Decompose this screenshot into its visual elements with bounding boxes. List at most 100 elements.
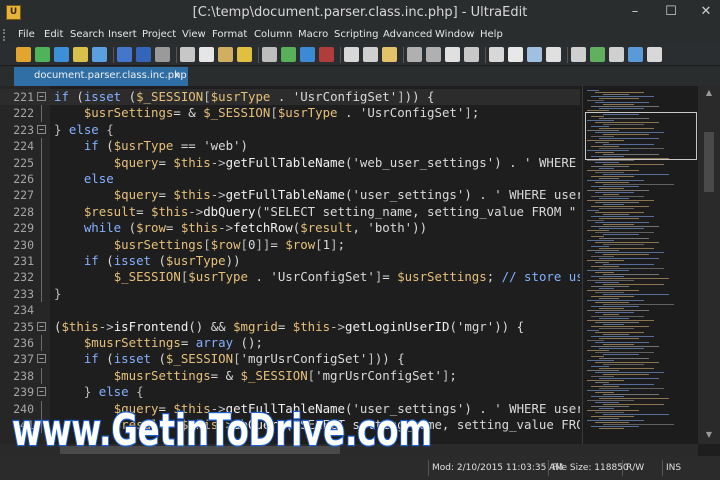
menu-insert[interactable]: Insert (108, 29, 137, 40)
status-read-write[interactable]: R/W (622, 460, 647, 476)
code-line[interactable]: 235− ($this->isFrontend() && $mgrid= $thi… (0, 319, 580, 335)
line-number: 226 (13, 172, 34, 186)
minimap-line (587, 220, 604, 221)
zoom-icon[interactable] (508, 47, 523, 62)
fold-toggle-icon[interactable]: − (37, 321, 46, 331)
back-icon[interactable] (35, 47, 50, 62)
minimap-line (603, 344, 634, 345)
save-all-icon[interactable] (136, 47, 151, 62)
menu-file[interactable]: File (18, 29, 35, 40)
print-preview-icon[interactable] (180, 47, 195, 62)
code-line[interactable]: 226 else (0, 171, 580, 188)
vertical-scrollbar[interactable]: ▲ ▼ (698, 86, 720, 444)
redo-icon[interactable] (426, 47, 441, 62)
code-line[interactable]: 225 $query= $this->getFullTableName('web… (0, 154, 580, 171)
code-line[interactable]: 227 $query= $this->getFullTableName('use… (0, 187, 580, 204)
bookmark-icon[interactable] (319, 47, 334, 62)
minimap-line (595, 242, 659, 243)
code-token: (); (233, 335, 263, 350)
minimap-line (599, 358, 649, 359)
code-token: isset (113, 351, 151, 367)
code-line[interactable]: 221− if (isset ($_SESSION[$usrType . 'Usr… (0, 89, 580, 106)
menu-window[interactable]: Window (435, 29, 474, 40)
code-token: $this (150, 203, 189, 219)
scroll-up-icon[interactable]: ▲ (702, 88, 716, 100)
menu-edit[interactable]: Edit (44, 29, 63, 40)
menu-macro[interactable]: Macro (298, 29, 328, 40)
fold-guide (41, 269, 42, 286)
settings-icon[interactable] (199, 47, 214, 62)
menu-format[interactable]: Format (212, 29, 247, 40)
code-line[interactable]: 231 if (isset ($usrType)) (0, 253, 580, 270)
menu-scripting[interactable]: Scripting (334, 29, 378, 40)
find-icon[interactable] (445, 47, 460, 62)
code-line[interactable]: 228 $result= $this->dbQuery("SELECT sett… (0, 203, 580, 221)
help-icon[interactable] (628, 47, 643, 62)
code-line[interactable]: 230 $usrSettings[$row[0]]= $row[1]; (0, 236, 580, 253)
forward-icon[interactable] (54, 47, 69, 62)
code-token: = (382, 269, 398, 285)
menu-grip-icon[interactable] (3, 29, 9, 41)
dictionary-icon[interactable] (218, 47, 233, 62)
code-token: [ (315, 236, 323, 252)
print-icon[interactable] (155, 47, 170, 62)
menu-view[interactable]: View (182, 29, 206, 40)
fold-toggle-icon[interactable]: − (37, 354, 46, 364)
code-line[interactable]: 234 (0, 302, 580, 318)
code-token: $usrType (277, 105, 338, 121)
code-line[interactable]: 236 $musrSettings= array (); (0, 335, 580, 352)
ftp-icon[interactable] (281, 47, 296, 62)
maximize-button[interactable]: ☐ (660, 3, 682, 21)
fold-toggle-icon[interactable]: − (37, 92, 46, 101)
minimap-viewport[interactable] (585, 112, 697, 160)
list-icon[interactable] (527, 47, 542, 62)
fold-toggle-icon[interactable]: − (37, 124, 46, 134)
code-token: )) (225, 253, 241, 268)
status-insert-mode[interactable]: INS (662, 460, 684, 476)
code-line[interactable]: 223−} else { (0, 122, 580, 138)
code-line[interactable]: 224 if ($usrType == 'web') (0, 138, 580, 155)
menu-project[interactable]: Project (142, 29, 176, 40)
menu-advanced[interactable]: Advanced (383, 29, 432, 40)
vertical-scroll-thumb[interactable] (704, 132, 714, 192)
code-line[interactable]: 238 $musrSettings= & $_SESSION['mgrUsrCo… (0, 367, 580, 385)
paste-icon[interactable] (382, 47, 397, 62)
find-files-icon[interactable] (489, 47, 504, 62)
code-line[interactable]: 237− if (isset ($_SESSION['mgrUsrConfigS… (0, 351, 580, 367)
replace-icon[interactable] (464, 47, 479, 62)
code-line[interactable]: 222 $usrSettings= & $_SESSION[$usrType .… (0, 105, 580, 122)
undo-icon[interactable] (407, 47, 422, 62)
code-token: if (83, 138, 99, 154)
minimap-line (587, 110, 609, 111)
info-icon[interactable] (647, 47, 662, 62)
close-button[interactable]: ✕ (695, 3, 717, 21)
code-token: . (247, 269, 271, 285)
window-icon[interactable] (546, 47, 561, 62)
column-mode-icon[interactable] (237, 47, 252, 62)
theme-icon[interactable] (609, 47, 624, 62)
minimap-line (603, 284, 664, 285)
new-file-icon[interactable] (16, 47, 31, 62)
compare-icon[interactable] (571, 47, 586, 62)
minimap[interactable] (582, 86, 698, 444)
scroll-down-icon[interactable]: ▼ (702, 430, 716, 442)
folder-icon[interactable] (73, 47, 88, 62)
sync-icon[interactable] (590, 47, 605, 62)
tab-close-icon[interactable]: x (174, 70, 180, 81)
code-line[interactable]: 232 $_SESSION[$usrType . 'UsrConfigSet']… (0, 269, 580, 286)
code-line[interactable]: 229 while ($row= $this->fetchRow($result… (0, 220, 580, 237)
code-text: } (54, 286, 61, 302)
globe-icon[interactable] (300, 47, 315, 62)
menu-help[interactable]: Help (480, 29, 503, 40)
code-editor[interactable]: 221− if (isset ($_SESSION[$usrType . 'Usr… (0, 86, 580, 444)
open-icon[interactable] (92, 47, 107, 62)
code-line[interactable]: 233} (0, 285, 580, 303)
tab-document-parser[interactable]: document.parser.class.inc.php x (14, 67, 188, 86)
hex-icon[interactable] (262, 47, 277, 62)
menu-column[interactable]: Column (254, 29, 292, 40)
save-icon[interactable] (117, 47, 132, 62)
cut-icon[interactable] (344, 47, 359, 62)
copy-icon[interactable] (363, 47, 378, 62)
menu-search[interactable]: Search (70, 29, 104, 40)
minimize-button[interactable]: – (624, 3, 646, 21)
